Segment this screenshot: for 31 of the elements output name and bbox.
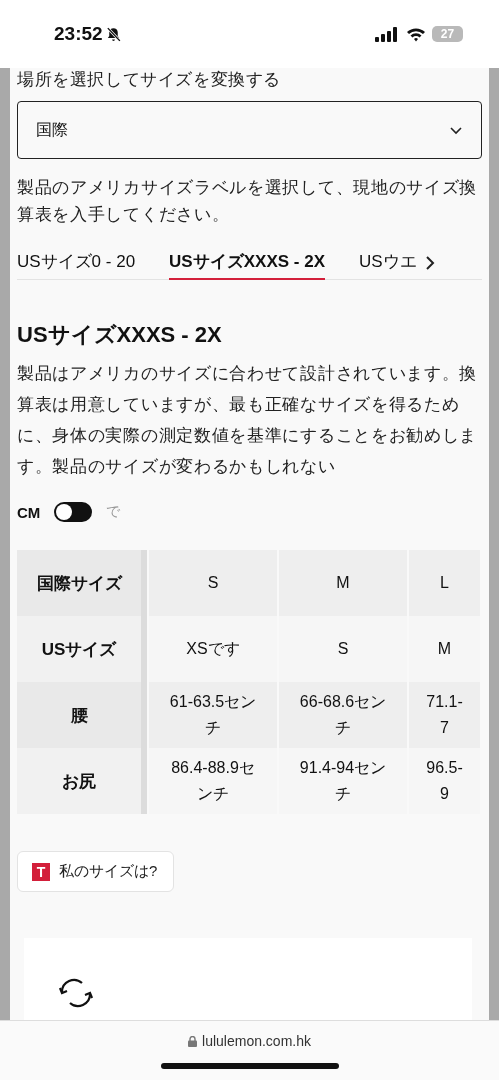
row-header: 国際サイズ: [17, 550, 147, 616]
wifi-icon: [406, 26, 426, 42]
size-tab[interactable]: USウエ: [358, 245, 417, 280]
section-text: 製品はアメリカのサイズに合わせて設計されています。換算表は用意していますが、最も正確なサイズを得るために、身体の実際の測定数値を基準にすることをお勧めします。製品のサイズが変わるかもしれない: [17, 363, 479, 478]
unit-off-label: で: [106, 503, 121, 521]
row-header: USサイズ: [17, 616, 147, 682]
table-cell: 71.1-7: [409, 682, 480, 748]
location-select[interactable]: 国際: [17, 101, 482, 159]
signal-icon: [375, 26, 400, 42]
brand-logo: T: [32, 862, 50, 881]
table-cell: 66-68.6センチ: [279, 682, 407, 748]
unit-switch[interactable]: [54, 502, 93, 522]
description-text: 製品のアメリカサイズラベルを選択して、現地のサイズ換算表を入手してください。: [17, 177, 479, 226]
section-title: USサイズXXXS - 2X: [17, 321, 223, 349]
row-header: お尻: [17, 748, 147, 814]
chevron-down-icon: [449, 125, 463, 135]
sync-icon: [58, 978, 94, 1008]
find-size-button[interactable]: T 私のサイズは?: [17, 851, 175, 892]
table-cell: S: [149, 550, 277, 616]
table-cell: 61-63.5センチ: [149, 682, 277, 748]
table-cell: M: [279, 550, 407, 616]
location-label: 場所を選択してサイズを変換する: [17, 69, 282, 91]
size-tab[interactable]: USサイズXXXS - 2X: [169, 245, 325, 280]
unit-label: CM: [17, 503, 41, 521]
row-header: 腰: [17, 682, 147, 748]
battery-level: 27: [432, 26, 463, 42]
status-time: 23:52: [54, 23, 103, 45]
size-tab[interactable]: USサイズ0 - 20: [17, 245, 136, 280]
table-cell: L: [409, 550, 480, 616]
lock-icon: [188, 1035, 198, 1047]
chevron-right-icon[interactable]: [424, 254, 435, 271]
